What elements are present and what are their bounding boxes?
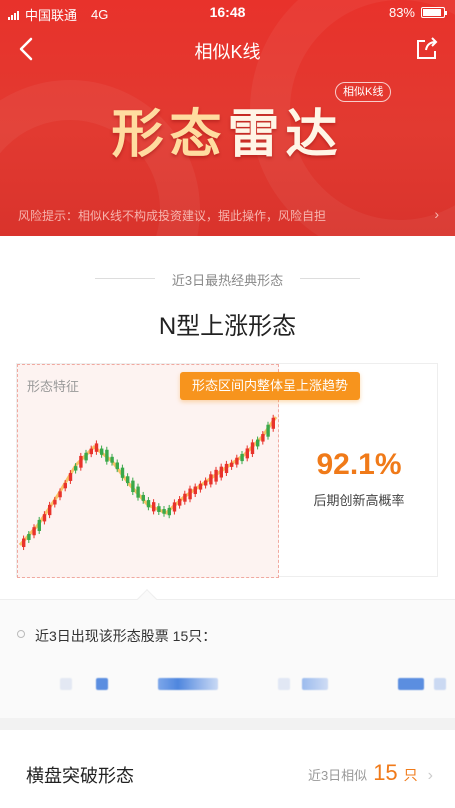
hero-title: 形态雷达	[0, 92, 455, 167]
candlestick	[198, 480, 203, 493]
pattern-row-meta: 近3日相似 15 只 ›	[308, 760, 433, 786]
candlestick	[188, 485, 192, 503]
stock-chip[interactable]	[302, 678, 328, 690]
pattern-name: N型上涨形态	[158, 313, 297, 340]
pattern-row-unit: 只	[403, 767, 418, 783]
pattern-card[interactable]: 形态特征 形态区间内整体呈上涨趋势 92.1% 后期创新高概率	[16, 363, 439, 578]
candlestick	[240, 450, 244, 465]
stocks-panel: 近3日出现该形态股票 15只：	[0, 589, 455, 718]
hero-title-part: 态	[169, 104, 228, 165]
stock-chip[interactable]	[278, 678, 290, 690]
section-divider	[0, 718, 455, 730]
nav-bar: 相似K线	[0, 26, 455, 74]
candlestick	[219, 463, 223, 481]
risk-notice[interactable]: 风险提示：相似K线不构成投资建议，据此操作，风险自担	[18, 207, 438, 224]
candlestick	[136, 483, 140, 501]
trend-line	[18, 416, 278, 547]
candlestick	[245, 445, 249, 462]
trend-tooltip: 形态区间内整体呈上涨趋势	[180, 372, 361, 400]
probability-label: 后期创新高概率	[313, 493, 405, 508]
section-kicker: 近3日最热经典形态	[0, 270, 455, 289]
stocks-count-line: 近3日出现该形态股票 15只：	[35, 628, 217, 644]
probability-block: 92.1% 后期创新高概率	[279, 448, 439, 509]
bullet-icon	[17, 630, 25, 638]
candlestick	[224, 460, 229, 477]
pattern-row-name: 横盘突破形态	[26, 766, 134, 786]
clock: 16:48	[209, 4, 246, 20]
hero-title-part: 雷达	[227, 104, 344, 165]
stock-chip[interactable]	[96, 678, 108, 690]
candlestick	[167, 504, 171, 519]
candlestick	[162, 506, 166, 517]
candlestick	[250, 439, 255, 458]
battery-percent: 83%	[388, 5, 415, 20]
candlestick	[172, 499, 177, 515]
share-button[interactable]	[413, 35, 441, 63]
candlestick	[146, 497, 151, 511]
candlestick	[209, 471, 213, 488]
probability-value: 92.1%	[316, 448, 402, 481]
stock-chip[interactable]	[398, 678, 424, 690]
stock-chip[interactable]	[158, 678, 218, 690]
pattern-row-count: 15	[373, 760, 398, 785]
hero-title-part: 形	[111, 104, 170, 165]
candlestick	[105, 446, 109, 465]
panel-notch	[137, 589, 157, 609]
chevron-right-icon[interactable]: ›	[434, 206, 439, 222]
stock-chip[interactable]	[60, 678, 72, 690]
candlestick	[235, 454, 239, 468]
candlestick	[94, 440, 99, 455]
candlestick	[193, 483, 197, 498]
candlestick	[157, 503, 161, 515]
candlestick	[100, 445, 104, 458]
candlestick	[131, 477, 135, 496]
page-title: 相似K线	[194, 42, 261, 62]
header: 中国联通 4G 16:48 83% 相似K线 相似K线 形态雷达 风险提示：相似…	[0, 0, 455, 236]
pattern-row[interactable]: 横盘突破形态 近3日相似 15 只 ›	[0, 730, 455, 808]
status-bar: 中国联通 4G 16:48 83%	[0, 0, 455, 26]
chevron-right-icon: ›	[427, 767, 433, 784]
candlestick	[214, 466, 218, 485]
battery-icon	[421, 7, 447, 18]
candlestick	[183, 490, 187, 505]
pattern-zone: 形态特征 形态区间内整体呈上涨趋势	[17, 364, 361, 578]
pattern-row-label: 近3日相似	[307, 768, 368, 783]
share-icon	[417, 37, 438, 59]
candlestick	[152, 499, 156, 515]
candlestick	[79, 452, 83, 471]
stock-chip[interactable]	[434, 678, 446, 690]
candlestick	[204, 477, 208, 489]
